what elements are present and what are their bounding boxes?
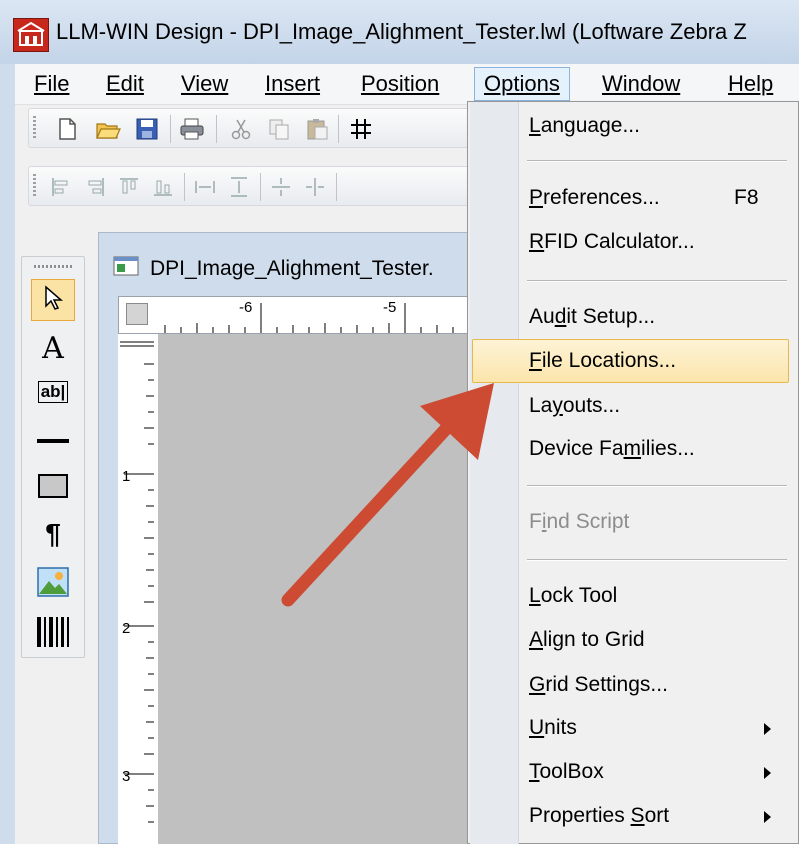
- paragraph-icon: ¶: [45, 518, 61, 549]
- toolbar-separator: [170, 115, 171, 143]
- menu-item-rfid-calculator[interactable]: RFID Calculator...: [529, 230, 695, 254]
- rectangle-tool[interactable]: [31, 467, 75, 509]
- menu-edit[interactable]: Edit: [104, 71, 146, 97]
- line-icon: [37, 431, 69, 449]
- center-horizontal-icon[interactable]: [303, 175, 327, 199]
- menu-bar: File Edit View Insert Position Options W…: [15, 64, 799, 105]
- submenu-arrow-icon: [764, 723, 771, 735]
- menu-item-audit-setup[interactable]: Audit Setup...: [529, 305, 655, 329]
- text-field-icon: ab|: [37, 381, 69, 403]
- ruler-label: 2: [122, 620, 131, 637]
- ruler-label: -5: [383, 299, 397, 316]
- toolbar-separator: [216, 115, 217, 143]
- image-tool[interactable]: [31, 563, 75, 605]
- menu-item-file-locations[interactable]: File Locations...: [529, 349, 676, 373]
- cut-icon[interactable]: [229, 117, 253, 141]
- menu-insert[interactable]: Insert: [263, 71, 322, 97]
- menu-item-layouts[interactable]: Layouts...: [529, 394, 620, 418]
- vertical-ruler: 1 2 3: [118, 334, 159, 844]
- space-vertical-icon[interactable]: [227, 175, 251, 199]
- menu-window[interactable]: Window: [600, 71, 682, 97]
- document-icon: [113, 255, 139, 277]
- menu-view[interactable]: View: [179, 71, 230, 97]
- ruler-corner-button[interactable]: [126, 303, 148, 325]
- menu-item-properties-sort[interactable]: Properties Sort: [529, 804, 669, 828]
- ruler-label: 1: [122, 468, 131, 485]
- toolbar-separator: [336, 173, 337, 201]
- align-top-icon[interactable]: [117, 175, 141, 199]
- toolbar-grip[interactable]: [33, 116, 36, 140]
- menu-separator: [527, 280, 787, 282]
- menu-separator: [527, 160, 787, 162]
- menu-icon-gutter: [470, 102, 519, 844]
- label-canvas[interactable]: [158, 334, 478, 844]
- menu-position[interactable]: Position: [359, 71, 441, 97]
- menu-item-device-families[interactable]: Device Families...: [529, 437, 695, 461]
- center-vertical-icon[interactable]: [269, 175, 293, 199]
- preferences-shortcut: F8: [734, 186, 759, 209]
- align-bottom-icon[interactable]: [151, 175, 175, 199]
- window-title: LLM-WIN Design - DPI_Image_Alighment_Tes…: [56, 19, 747, 44]
- text-field-tool[interactable]: ab|: [31, 371, 75, 413]
- standard-toolbar: [28, 108, 473, 148]
- menu-item-grid-settings[interactable]: Grid Settings...: [529, 673, 668, 697]
- menu-item-find-script: Find Script: [529, 510, 630, 533]
- menu-separator: [527, 559, 787, 561]
- text-icon: A: [42, 330, 64, 366]
- pointer-tool[interactable]: [31, 279, 75, 321]
- ruler-label: 3: [122, 768, 131, 785]
- copy-icon[interactable]: [267, 117, 291, 141]
- print-icon[interactable]: [179, 117, 204, 141]
- menu-item-preferences[interactable]: Preferences...: [529, 186, 660, 210]
- toolbar-separator: [338, 115, 339, 143]
- toolbar-separator: [184, 173, 185, 201]
- toolbar-grip[interactable]: [33, 174, 36, 198]
- horizontal-ruler: -6 -5: [118, 296, 478, 334]
- menu-help[interactable]: Help: [726, 71, 775, 97]
- document-title: DPI_Image_Alighment_Tester.: [150, 257, 434, 280]
- menu-item-lock-tool[interactable]: Lock Tool: [529, 584, 617, 608]
- alignment-toolbar: [28, 166, 473, 206]
- menu-item-toolbox[interactable]: ToolBox: [529, 760, 604, 784]
- toolbar-separator: [260, 173, 261, 201]
- align-left-icon[interactable]: [49, 175, 73, 199]
- title-bar: LLM-WIN Design - DPI_Image_Alighment_Tes…: [0, 0, 799, 64]
- menu-separator: [527, 485, 787, 487]
- line-tool[interactable]: [31, 419, 75, 461]
- ruler-label: -6: [239, 299, 253, 316]
- open-folder-icon[interactable]: [95, 117, 121, 141]
- rectangle-icon: [38, 473, 68, 503]
- align-right-icon[interactable]: [83, 175, 107, 199]
- image-icon: [37, 566, 69, 602]
- save-icon[interactable]: [135, 117, 159, 141]
- paragraph-tool[interactable]: ¶: [31, 513, 75, 555]
- toolbox-panel: A ab| ¶: [21, 256, 85, 658]
- text-tool[interactable]: A: [31, 327, 75, 369]
- menu-file[interactable]: File: [32, 71, 71, 97]
- submenu-arrow-icon: [764, 811, 771, 823]
- menu-item-align-to-grid[interactable]: Align to Grid: [529, 628, 645, 652]
- new-file-icon[interactable]: [55, 117, 79, 141]
- pointer-icon: [41, 284, 65, 317]
- barcode-tool[interactable]: [31, 613, 75, 655]
- toolbox-grip[interactable]: [34, 265, 72, 268]
- menu-item-language[interactable]: Language...: [529, 114, 640, 138]
- menu-item-units[interactable]: Units: [529, 716, 577, 740]
- app-logo-icon: [13, 18, 49, 52]
- space-horizontal-icon[interactable]: [193, 175, 217, 199]
- grid-icon[interactable]: [349, 117, 373, 141]
- menu-options[interactable]: Options: [474, 67, 570, 101]
- submenu-arrow-icon: [764, 767, 771, 779]
- barcode-icon: [36, 616, 70, 653]
- paste-icon[interactable]: [305, 117, 329, 141]
